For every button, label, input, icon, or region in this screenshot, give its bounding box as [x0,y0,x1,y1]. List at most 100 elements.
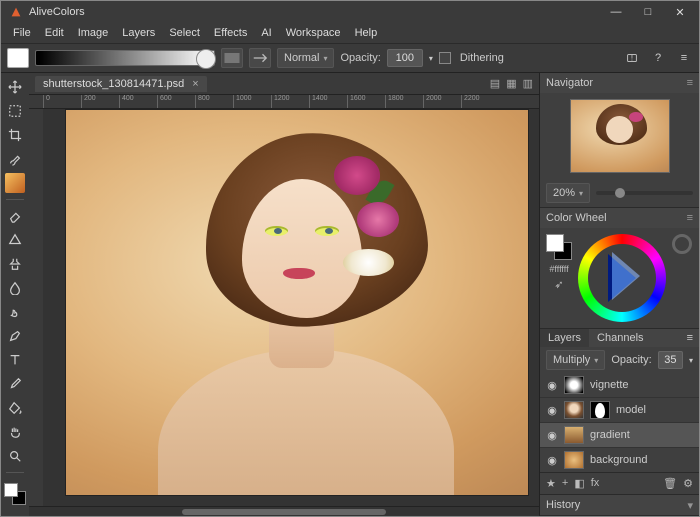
bucket-tool-icon[interactable] [5,398,25,418]
layer-row[interactable]: ◉ background [540,448,699,472]
document-tabs: shutterstock_130814471.psd × ▤ ▦ ▥ [29,73,539,95]
dithering-checkbox[interactable] [439,52,451,64]
options-bar: Normal▾ Opacity: 100 ▾ Dithering ! ? ≡ [1,43,699,73]
panel-menu-icon[interactable]: ≡ [687,77,693,89]
menu-ai[interactable]: AI [255,25,277,41]
panel-menu-icon[interactable]: ≡ [687,212,693,224]
menu-select[interactable]: Select [163,25,206,41]
delete-layer-icon[interactable]: 🗑 [663,477,677,490]
maximize-button[interactable]: □ [637,6,659,19]
gradient-reverse-icon[interactable] [249,48,271,68]
layer-blend-dropdown[interactable]: Multiply▾ [546,350,605,370]
slider-thumb[interactable] [615,188,625,198]
crop-tool-icon[interactable] [5,125,25,145]
layer-thumbnail[interactable] [564,401,584,419]
opacity-input[interactable]: 100 [387,49,423,67]
text-tool-icon[interactable] [5,350,25,370]
color-wheel-swatches[interactable] [546,234,572,260]
layer-opacity-input[interactable]: 35 [658,351,683,369]
layer-row[interactable]: ◉ model [540,398,699,423]
visibility-icon[interactable]: ◉ [546,404,558,417]
visibility-icon[interactable]: ◉ [546,429,558,442]
layer-name: gradient [590,429,630,441]
pen-tool-icon[interactable] [5,326,25,346]
menu-help[interactable]: Help [349,25,384,41]
app-title: AliveColors [29,6,605,18]
menu-edit[interactable]: Edit [39,25,70,41]
foreground-color-swatch[interactable] [7,48,29,68]
hand-tool-icon[interactable] [5,422,25,442]
notification-icon[interactable]: ! [623,49,641,67]
add-mask-icon[interactable]: ◧ [574,477,584,490]
chevron-down-icon[interactable]: ▾ [429,54,433,63]
history-header[interactable]: History ▾ [540,495,699,515]
document-image [65,109,529,496]
menu-effects[interactable]: Effects [208,25,253,41]
document-tab[interactable]: shutterstock_130814471.psd × [35,76,207,92]
eyedropper-icon[interactable]: ➶ [554,278,563,291]
layer-thumbnail[interactable] [564,376,584,394]
ruler-tick: 0 [43,95,81,108]
zoom-dropdown[interactable]: 20%▾ [546,183,590,203]
view-columns-icon[interactable]: ▥ [523,77,533,90]
move-tool-icon[interactable] [5,77,25,97]
tab-channels[interactable]: Channels [589,329,651,347]
shape-tool-icon[interactable] [5,230,25,250]
navigator-thumbnail[interactable] [570,99,670,173]
clone-tool-icon[interactable] [5,254,25,274]
brush-tool-icon[interactable] [5,149,25,169]
menu-file[interactable]: File [7,25,37,41]
layer-thumbnail[interactable] [564,426,584,444]
color-preview-icon[interactable] [672,234,692,254]
ruler-tick: 1200 [271,95,309,108]
view-panel-icon[interactable]: ▤ [490,77,500,90]
scrollbar-horizontal[interactable] [29,506,539,516]
ruler-tick: 2000 [423,95,461,108]
help-icon[interactable]: ? [649,49,667,67]
close-button[interactable]: ✕ [669,6,691,19]
navigator-panel: Navigator ≡ 20%▾ [540,73,699,208]
star-icon[interactable]: ★ [546,477,556,490]
layer-row[interactable]: ◉ vignette [540,373,699,398]
hex-value[interactable]: #ffffff [549,264,568,274]
gradient-linear-icon[interactable] [221,48,243,68]
app-logo-icon [9,5,23,19]
panel-menu-icon[interactable]: ≡ [681,329,699,347]
visibility-icon[interactable]: ◉ [546,454,558,467]
eyedropper-tool-icon[interactable] [5,374,25,394]
layer-mask-thumbnail[interactable] [590,401,610,419]
chevron-down-icon[interactable]: ▾ [687,499,693,512]
color-swatches[interactable] [4,483,26,505]
fx-icon[interactable]: fx [591,477,600,490]
zoom-tool-icon[interactable] [5,446,25,466]
visibility-icon[interactable]: ◉ [546,379,558,392]
zoom-slider[interactable] [596,191,693,195]
eraser-tool-icon[interactable] [5,206,25,226]
fg-swatch[interactable] [4,483,18,497]
smudge-tool-icon[interactable] [5,302,25,322]
close-tab-icon[interactable]: × [192,78,198,90]
scroll-thumb[interactable] [182,509,386,515]
menu-workspace[interactable]: Workspace [280,25,347,41]
chevron-down-icon[interactable]: ▾ [689,356,693,365]
blend-mode-dropdown[interactable]: Normal▾ [277,48,334,68]
menu-layers[interactable]: Layers [116,25,161,41]
minimize-button[interactable]: — [605,6,627,19]
tab-layers[interactable]: Layers [540,329,589,347]
settings-icon[interactable]: ⚙ [683,477,693,490]
gradient-tool-icon[interactable] [5,173,25,193]
add-layer-icon[interactable]: + [562,477,568,490]
separator [6,199,24,200]
canvas[interactable] [43,109,539,506]
gradient-preview[interactable] [35,50,215,66]
menu-image[interactable]: Image [72,25,115,41]
view-grid-icon[interactable]: ▦ [506,77,516,90]
panel-menu-icon[interactable]: ≡ [675,49,693,67]
blur-tool-icon[interactable] [5,278,25,298]
selection-tool-icon[interactable] [5,101,25,121]
layer-row[interactable]: ◉ gradient [540,423,699,448]
doc-view-icons: ▤ ▦ ▥ [490,77,533,90]
layer-thumbnail[interactable] [564,451,584,469]
app-window: AliveColors — □ ✕ File Edit Image Layers… [0,0,700,517]
color-wheel[interactable] [578,234,666,322]
